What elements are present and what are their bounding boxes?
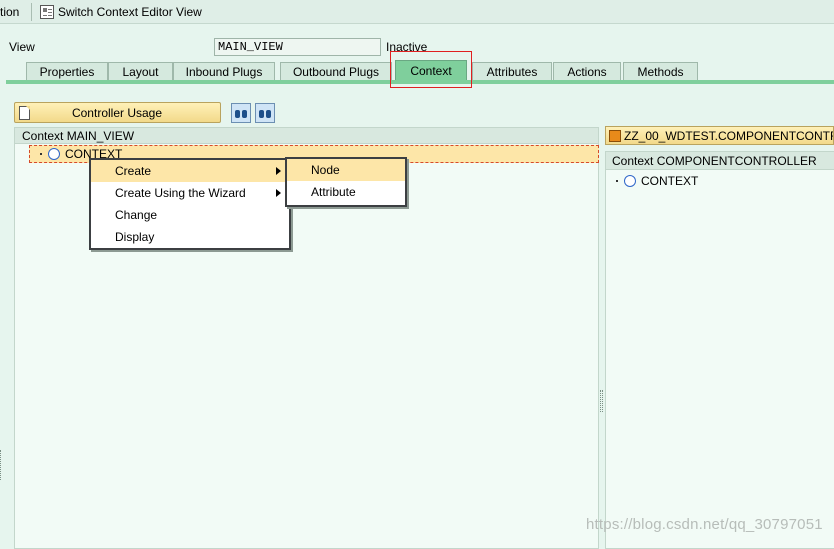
tab-actions[interactable]: Actions bbox=[553, 62, 621, 80]
controller-usage-label: Controller Usage bbox=[71, 105, 163, 120]
tab-strip: Properties Layout Inbound Plugs Outbound… bbox=[0, 60, 834, 80]
find-next-button[interactable] bbox=[255, 103, 275, 123]
context-node-icon bbox=[624, 175, 636, 187]
submenu-item-label: Node bbox=[311, 163, 340, 177]
menu-item-create-using-wizard[interactable]: Create Using the Wizard bbox=[91, 182, 289, 204]
menu-item-display[interactable]: Display bbox=[91, 226, 289, 248]
component-context-panel: Context COMPONENTCONTROLLER CONTEXT bbox=[605, 151, 834, 549]
tab-underline bbox=[6, 80, 834, 84]
tree-bullet-icon bbox=[616, 180, 618, 182]
menu-item-label: Change bbox=[115, 208, 158, 222]
menu-item-label: Create bbox=[115, 164, 152, 178]
tab-label: Inbound Plugs bbox=[185, 64, 263, 79]
create-submenu: Node Attribute bbox=[285, 157, 407, 207]
tab-inbound-plugs[interactable]: Inbound Plugs bbox=[173, 62, 275, 80]
panel-splitter[interactable] bbox=[600, 390, 603, 412]
context-menu: Create Create Using the Wizard Change Di… bbox=[89, 158, 291, 250]
view-context-header: Context MAIN_VIEW bbox=[15, 128, 598, 144]
component-controller-button[interactable]: ZZ_00_WDTEST.COMPONENTCONTROLLER bbox=[605, 126, 834, 145]
component-context-header: Context COMPONENTCONTROLLER bbox=[606, 152, 834, 170]
submenu-item-attribute[interactable]: Attribute bbox=[287, 181, 405, 203]
binoculars-plus-icon bbox=[258, 107, 272, 119]
tab-label: Context bbox=[410, 63, 452, 78]
tab-layout[interactable]: Layout bbox=[108, 62, 173, 80]
submenu-item-node[interactable]: Node bbox=[287, 159, 405, 181]
menu-item-create[interactable]: Create bbox=[91, 160, 289, 182]
left-edge-splitter[interactable] bbox=[0, 450, 2, 480]
tab-label: Attributes bbox=[486, 64, 538, 79]
component-controller-label: ZZ_00_WDTEST.COMPONENTCONTROLLER bbox=[624, 128, 833, 143]
switch-context-editor-view-button[interactable]: Switch Context Editor View bbox=[40, 3, 202, 21]
switch-view-icon bbox=[40, 5, 54, 19]
view-status: Inactive bbox=[386, 40, 428, 54]
tab-label: Layout bbox=[122, 64, 159, 79]
switch-context-editor-view-label: Switch Context Editor View bbox=[58, 5, 202, 19]
tab-label: Actions bbox=[567, 64, 607, 79]
submenu-arrow-icon bbox=[276, 167, 281, 175]
menu-item-label: Display bbox=[115, 230, 155, 244]
tab-methods[interactable]: Methods bbox=[623, 62, 698, 80]
component-context-tree-root[interactable]: CONTEXT bbox=[612, 174, 698, 188]
controller-usage-button[interactable]: Controller Usage bbox=[14, 102, 221, 123]
menu-item-change[interactable]: Change bbox=[91, 204, 289, 226]
toolbar-separator bbox=[31, 3, 32, 21]
view-label: View bbox=[9, 40, 35, 54]
component-context-node-label: CONTEXT bbox=[641, 174, 699, 188]
binoculars-icon bbox=[234, 107, 248, 119]
tab-context[interactable]: Context bbox=[395, 60, 467, 80]
view-name-field[interactable]: MAIN_VIEW bbox=[214, 38, 381, 56]
submenu-arrow-icon bbox=[276, 189, 281, 197]
tab-label: Methods bbox=[637, 64, 684, 79]
tab-label: Properties bbox=[39, 64, 95, 79]
component-icon bbox=[609, 129, 621, 142]
find-button[interactable] bbox=[231, 103, 251, 123]
menu-item-label: Create Using the Wizard bbox=[115, 186, 246, 200]
document-icon bbox=[19, 105, 30, 120]
context-node-icon bbox=[48, 148, 60, 160]
application-toolbar: tion Switch Context Editor View bbox=[0, 0, 834, 24]
submenu-item-label: Attribute bbox=[311, 185, 356, 199]
tab-properties[interactable]: Properties bbox=[26, 62, 108, 80]
toolbar-cut-text[interactable]: tion bbox=[0, 5, 19, 19]
tab-label: Outbound Plugs bbox=[292, 64, 380, 79]
tab-attributes[interactable]: Attributes bbox=[472, 62, 552, 80]
watermark-text: https://blog.csdn.net/qq_30797051 bbox=[586, 516, 823, 533]
tree-bullet-icon bbox=[40, 153, 42, 155]
tab-outbound-plugs[interactable]: Outbound Plugs bbox=[280, 62, 392, 80]
